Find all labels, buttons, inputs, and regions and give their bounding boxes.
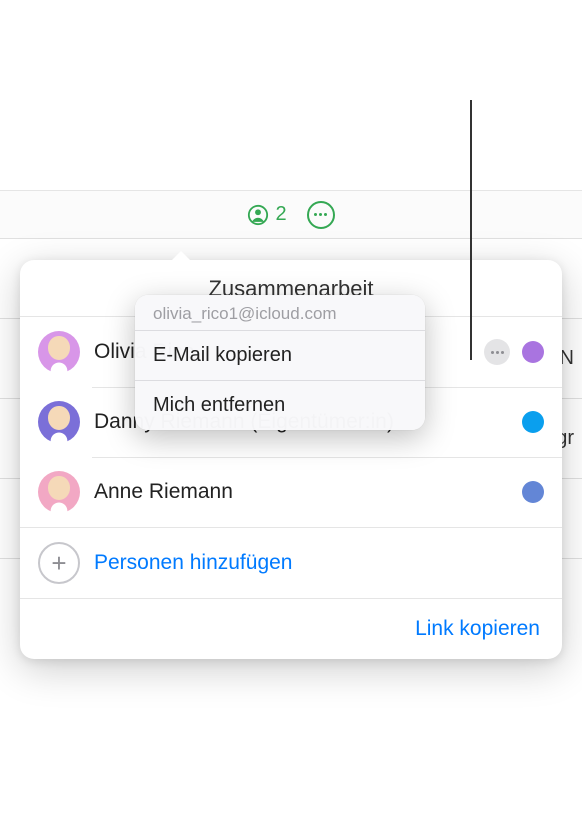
ellipsis-icon [314, 213, 317, 216]
copy-link-button[interactable]: Link kopieren [415, 617, 540, 641]
participant-more-button[interactable] [484, 339, 510, 365]
context-menu: olivia_rico1@icloud.com E-Mail kopieren … [135, 295, 425, 430]
collaborators-button[interactable]: 2 [247, 203, 286, 226]
add-people-button[interactable]: + Personen hinzufügen [20, 527, 562, 598]
top-blank-area [0, 0, 582, 190]
callout-line [470, 100, 472, 360]
popover-footer: Link kopieren [20, 598, 562, 659]
add-people-label: Personen hinzufügen [94, 551, 293, 575]
toolbar: 2 [0, 190, 582, 238]
plus-circle-icon: + [38, 542, 80, 584]
ellipsis-icon [491, 351, 494, 354]
participant-name: Anne Riemann [94, 480, 522, 504]
participant-row[interactable]: Anne Riemann [20, 457, 562, 527]
collaborator-count: 2 [275, 203, 286, 226]
menu-item-copy-email[interactable]: E-Mail kopieren [135, 331, 425, 380]
avatar [38, 331, 80, 373]
toolbar-more-button[interactable] [307, 201, 335, 229]
avatar [38, 401, 80, 443]
avatar [38, 471, 80, 513]
menu-item-remove-me[interactable]: Mich entfernen [135, 380, 425, 430]
participant-color-dot [522, 341, 544, 363]
context-menu-email: olivia_rico1@icloud.com [135, 295, 425, 330]
participant-color-dot [522, 481, 544, 503]
participant-color-dot [522, 411, 544, 433]
person-circle-icon [247, 204, 269, 226]
